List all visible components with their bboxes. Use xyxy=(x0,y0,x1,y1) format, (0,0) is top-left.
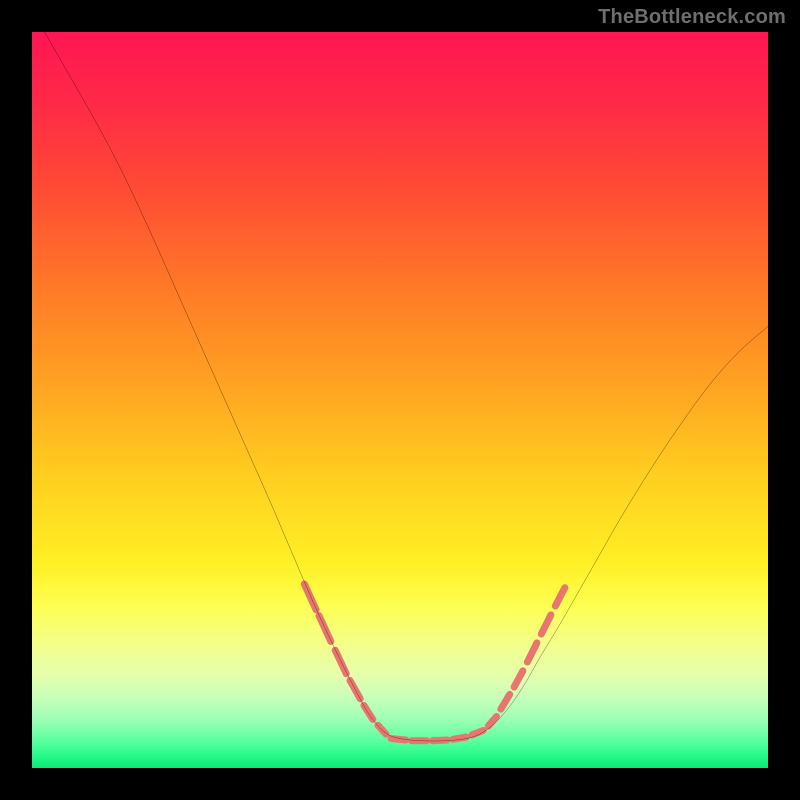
marker-tick xyxy=(364,705,373,719)
marker-ticks-group xyxy=(304,584,565,741)
outer-frame: TheBottleneck.com xyxy=(0,0,800,800)
watermark-text: TheBottleneck.com xyxy=(598,6,786,29)
marker-tick xyxy=(335,650,346,674)
marker-tick xyxy=(501,694,510,709)
marker-tick xyxy=(527,643,537,662)
marker-tick xyxy=(541,615,551,634)
main-curve xyxy=(32,32,768,741)
marker-tick xyxy=(304,584,316,610)
plot-area xyxy=(32,32,768,768)
curve-layer xyxy=(32,32,768,768)
marker-tick xyxy=(472,730,483,734)
marker-tick xyxy=(488,716,496,726)
marker-tick xyxy=(319,616,331,642)
marker-tick xyxy=(555,588,565,606)
marker-tick xyxy=(514,671,523,687)
